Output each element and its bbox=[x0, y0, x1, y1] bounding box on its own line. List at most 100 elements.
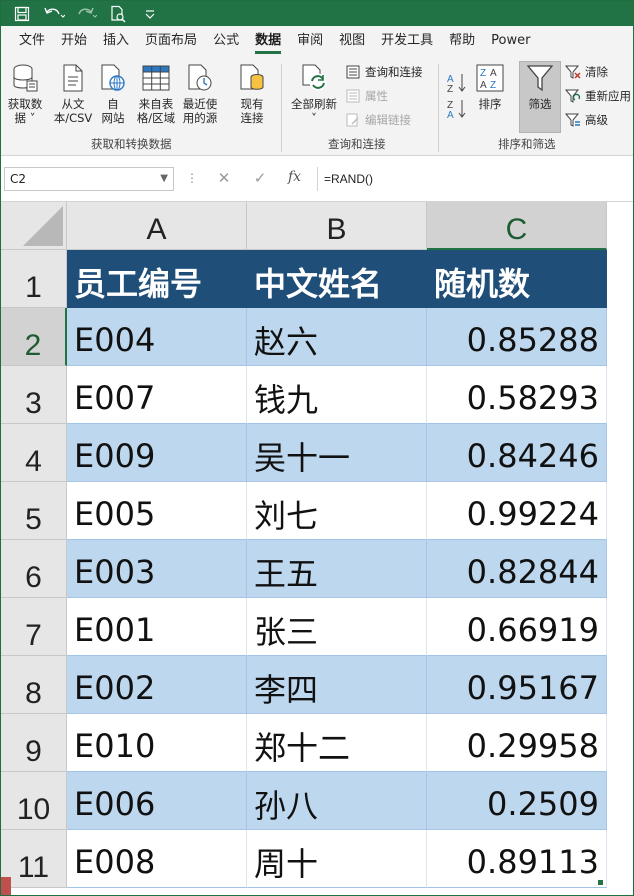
table-cell[interactable]: 0.84246 bbox=[427, 424, 607, 482]
header-cell-random-number[interactable]: 随机数 bbox=[427, 250, 607, 308]
edit-links-button[interactable]: 编辑链接 bbox=[345, 109, 411, 131]
column-header-a[interactable]: A bbox=[67, 202, 247, 250]
header-cell-employee-id[interactable]: 员工编号 bbox=[67, 250, 247, 308]
svg-text:A: A bbox=[490, 68, 497, 79]
row-header[interactable]: 9 bbox=[1, 714, 67, 772]
table-cell[interactable]: E007 bbox=[67, 366, 247, 424]
enter-icon[interactable]: ✓ bbox=[250, 169, 270, 187]
undo-icon[interactable] bbox=[43, 4, 65, 24]
table-cell[interactable]: 0.58293 bbox=[427, 366, 607, 424]
tab-file[interactable]: 文件 bbox=[11, 26, 53, 56]
column-header-c[interactable]: C bbox=[427, 202, 607, 250]
sort-icon: ZAAZ bbox=[474, 62, 506, 94]
table-cell[interactable]: 0.66919 bbox=[427, 598, 607, 656]
table-cell[interactable]: 0.82844 bbox=[427, 540, 607, 598]
clear-filter-icon bbox=[565, 64, 581, 80]
group-label-queries: 查询和连接 bbox=[328, 137, 386, 151]
advanced-filter-button[interactable]: 高级 bbox=[565, 109, 608, 131]
customize-toolbar-icon[interactable] bbox=[139, 4, 161, 24]
filter-button[interactable]: 筛选 bbox=[521, 62, 559, 111]
table-cell[interactable]: 周十 bbox=[247, 830, 427, 888]
group-label-sort-filter: 排序和筛选 bbox=[498, 137, 556, 151]
tab-home[interactable]: 开始 bbox=[53, 26, 95, 56]
table-cell[interactable]: E004 bbox=[67, 308, 247, 366]
queries-connections-button[interactable]: 查询和连接 bbox=[345, 61, 423, 83]
sort-ascending-button[interactable]: AZZA bbox=[445, 70, 469, 122]
table-cell[interactable]: 0.85288 bbox=[427, 308, 607, 366]
ribbon: 获取数 据 ˅ 从文 本/CSV 自 网站 来自表 格/区域 最近使 用的源 现… bbox=[1, 56, 633, 156]
row-header[interactable]: 2 bbox=[1, 308, 67, 366]
table-cell[interactable]: E002 bbox=[67, 656, 247, 714]
tab-review[interactable]: 审阅 bbox=[289, 26, 331, 56]
table-cell[interactable]: 0.29958 bbox=[427, 714, 607, 772]
sort-button[interactable]: ZAAZ 排序 bbox=[473, 62, 507, 111]
table-cell[interactable]: 孙八 bbox=[247, 772, 427, 830]
clear-filter-button[interactable]: 清除 bbox=[565, 61, 608, 83]
tab-power-pivot[interactable]: Power bbox=[483, 26, 538, 56]
table-cell[interactable]: 郑十二 bbox=[247, 714, 427, 772]
table-resize-handle[interactable] bbox=[597, 879, 604, 886]
table-cell[interactable]: E005 bbox=[67, 482, 247, 540]
table-cell[interactable]: E010 bbox=[67, 714, 247, 772]
table-cell[interactable]: 刘七 bbox=[247, 482, 427, 540]
existing-connections-button[interactable]: 现有 连接 bbox=[233, 62, 271, 125]
row-header[interactable]: 10 bbox=[1, 772, 67, 830]
cancel-icon[interactable]: ✕ bbox=[214, 169, 234, 187]
table-cell[interactable]: 0.89113 bbox=[427, 830, 607, 888]
name-box[interactable]: C2 ▼ bbox=[4, 167, 174, 191]
select-all-corner[interactable] bbox=[1, 202, 67, 250]
tab-developer[interactable]: 开发工具 bbox=[373, 26, 441, 56]
ribbon-tabs: 文件 开始 插入 页面布局 公式 数据 审阅 视图 开发工具 帮助 Power bbox=[1, 26, 633, 56]
recent-sources-button[interactable]: 最近使 用的源 bbox=[179, 62, 221, 125]
from-table-range-button[interactable]: 来自表 格/区域 bbox=[135, 62, 177, 125]
row-header[interactable]: 7 bbox=[1, 598, 67, 656]
chevron-down-icon[interactable]: ▼ bbox=[160, 168, 168, 190]
tab-help[interactable]: 帮助 bbox=[441, 26, 483, 56]
excel-window: 文件 开始 插入 页面布局 公式 数据 审阅 视图 开发工具 帮助 Power … bbox=[0, 0, 634, 896]
table-cell[interactable]: 李四 bbox=[247, 656, 427, 714]
print-preview-icon[interactable] bbox=[107, 4, 129, 24]
tab-formulas[interactable]: 公式 bbox=[205, 26, 247, 56]
table-cell[interactable]: E003 bbox=[67, 540, 247, 598]
column-header-b[interactable]: B bbox=[247, 202, 427, 250]
queries-connections-icon bbox=[345, 64, 361, 80]
table-cell[interactable]: 0.2509 bbox=[427, 772, 607, 830]
save-icon[interactable] bbox=[11, 4, 33, 24]
table-cell[interactable]: 钱九 bbox=[247, 366, 427, 424]
table-cell[interactable]: 0.95167 bbox=[427, 656, 607, 714]
more-options-icon[interactable]: ⋮ bbox=[186, 171, 198, 185]
ribbon-separator bbox=[281, 64, 282, 152]
properties-button[interactable]: 属性 bbox=[345, 85, 388, 107]
formula-input[interactable]: =RAND() bbox=[317, 167, 633, 191]
row-header[interactable]: 5 bbox=[1, 482, 67, 540]
from-text-csv-button[interactable]: 从文 本/CSV bbox=[53, 62, 93, 125]
tab-data[interactable]: 数据 bbox=[247, 26, 289, 56]
header-cell-chinese-name[interactable]: 中文姓名 bbox=[247, 250, 427, 308]
refresh-all-button[interactable]: 全部刷新 ˅ bbox=[287, 62, 341, 125]
svg-text:Z: Z bbox=[480, 68, 486, 79]
table-cell[interactable]: E006 bbox=[67, 772, 247, 830]
tab-insert[interactable]: 插入 bbox=[95, 26, 137, 56]
row-header[interactable]: 8 bbox=[1, 656, 67, 714]
spreadsheet-grid: A B C 1 员工编号 中文姓名 随机数 2 E004 赵六 0.85288 … bbox=[1, 202, 633, 895]
tab-page-layout[interactable]: 页面布局 bbox=[137, 26, 205, 56]
row-header[interactable]: 6 bbox=[1, 540, 67, 598]
row-header[interactable]: 3 bbox=[1, 366, 67, 424]
redo-icon[interactable] bbox=[75, 4, 97, 24]
table-cell[interactable]: 赵六 bbox=[247, 308, 427, 366]
get-data-button[interactable]: 获取数 据 ˅ bbox=[5, 62, 45, 125]
table-cell[interactable]: E009 bbox=[67, 424, 247, 482]
table-cell[interactable]: 0.99224 bbox=[427, 482, 607, 540]
tab-view[interactable]: 视图 bbox=[331, 26, 373, 56]
insert-function-icon[interactable]: fx bbox=[288, 169, 301, 185]
reapply-button[interactable]: 重新应用 bbox=[565, 85, 631, 107]
table-cell[interactable]: 张三 bbox=[247, 598, 427, 656]
web-icon bbox=[97, 62, 129, 94]
table-cell[interactable]: 吴十一 bbox=[247, 424, 427, 482]
table-cell[interactable]: 王五 bbox=[247, 540, 427, 598]
row-header[interactable]: 1 bbox=[1, 250, 67, 308]
table-cell[interactable]: E001 bbox=[67, 598, 247, 656]
from-web-button[interactable]: 自 网站 bbox=[95, 62, 131, 125]
row-header[interactable]: 4 bbox=[1, 424, 67, 482]
table-cell[interactable]: E008 bbox=[67, 830, 247, 888]
